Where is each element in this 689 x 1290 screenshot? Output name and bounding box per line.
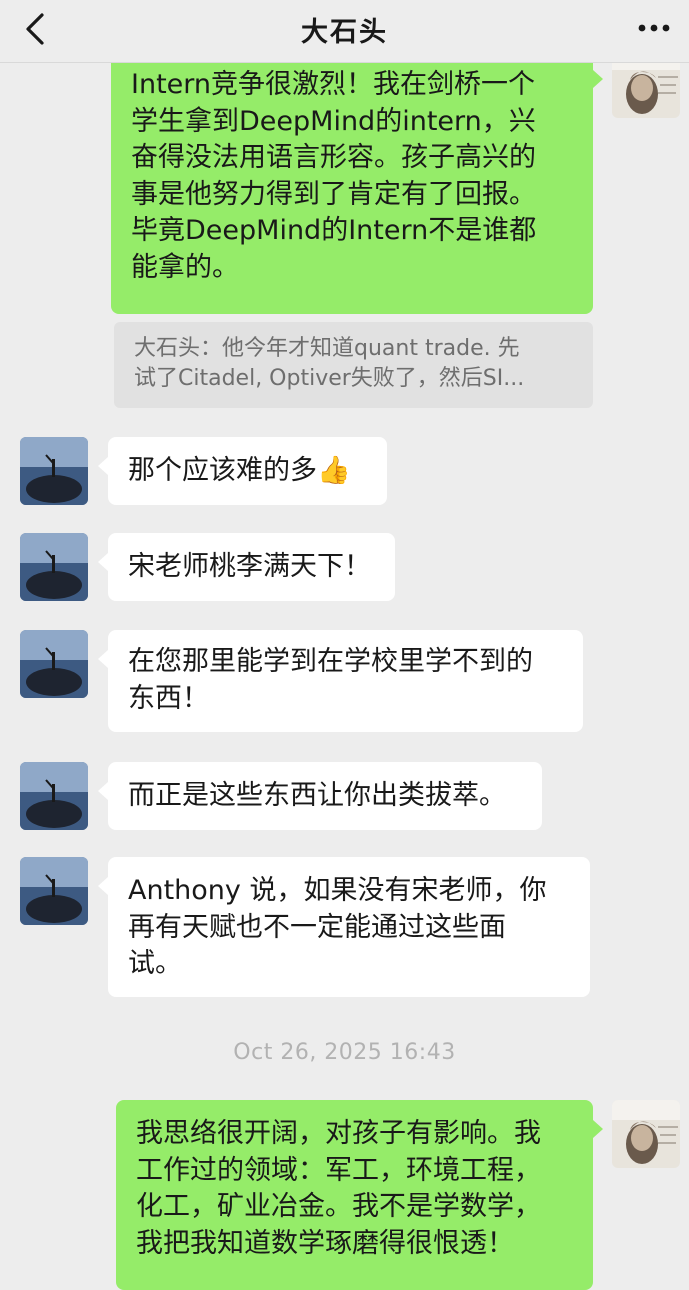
contact-avatar[interactable] — [20, 533, 88, 601]
chat-title: 大石头 — [301, 17, 388, 48]
message-bubble-sent[interactable]: 我思络很开阔，对孩子有影响。我 工作过的领域：军工，环境工程， 化工，矿业冶金。… — [116, 1100, 603, 1290]
message-bubble-sent[interactable]: Intern竞争很激烈！我在剑桥一个 学生拿到DeepMind的intern，兴… — [111, 50, 603, 314]
contact-avatar[interactable] — [20, 857, 88, 925]
message-timestamp: Oct 26, 2025 16:43 — [233, 1040, 456, 1065]
message-bubble-received[interactable]: 那个应该难的多👍 — [98, 437, 387, 505]
message-bubble-received[interactable]: 在您那里能学到在学校里学不到的 东西！ — [98, 630, 583, 732]
contact-avatar[interactable] — [20, 762, 88, 830]
my-avatar[interactable] — [612, 1100, 680, 1168]
chat-header: 大石头 — [0, 0, 689, 63]
message-bubble-received[interactable]: Anthony 说，如果没有宋老师，你 再有天赋也不一定能通过这些面 试。 — [98, 857, 590, 997]
message-bubble-received[interactable]: 而正是这些东西让你出类拔萃。 — [98, 762, 542, 830]
quoted-message[interactable]: 大石头：他今年才知道quant trade. 先 试了Citadel, Opti… — [114, 322, 593, 408]
more-dots-icon[interactable] — [636, 16, 672, 40]
contact-avatar[interactable] — [20, 437, 88, 505]
message-bubble-received[interactable]: 宋老师桃李满天下！ — [98, 533, 395, 601]
contact-avatar[interactable] — [20, 630, 88, 698]
